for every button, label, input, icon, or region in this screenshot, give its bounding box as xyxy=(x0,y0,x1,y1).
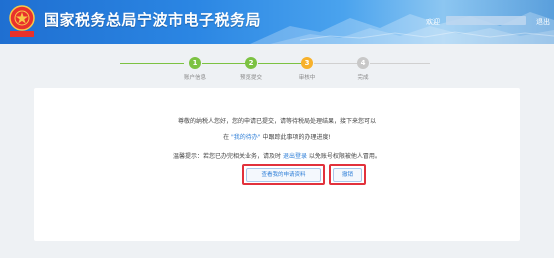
message-line-3-suffix: 以免账号权限被他人冒用。 xyxy=(308,153,381,160)
progress-steps: 1 账户信息 2 预览提交 3 审核中 4 完成 xyxy=(0,52,554,86)
message-line-3: 温馨提示：若您已办完相关业务，请及时 退出登录 以免账号权限被他人冒用。 xyxy=(34,151,520,160)
step-complete: 4 完成 xyxy=(343,57,383,81)
step-preview-submit: 2 预览提交 xyxy=(231,57,271,81)
step-label: 预览提交 xyxy=(239,75,262,81)
message-line-1: 尊敬的纳税人您好，您的申请已提交，请等待税局处理结果，接下来您可以 xyxy=(177,118,376,125)
step-account-info: 1 账户信息 xyxy=(175,57,215,81)
site-title: 国家税务总局宁波市电子税务局 xyxy=(44,11,262,29)
welcome-label: 欢迎 xyxy=(426,18,440,26)
header-banner: 国家税务总局宁波市电子税务局 欢迎 退出 xyxy=(0,0,554,44)
step-number: 3 xyxy=(301,57,313,69)
withdraw-button[interactable]: 撤销 xyxy=(333,168,362,182)
step-label: 审核中 xyxy=(298,75,316,81)
my-todo-link[interactable]: "我的待办" xyxy=(231,134,261,141)
step-under-review: 3 审核中 xyxy=(287,57,327,81)
logout-now-link[interactable]: 退出登录 xyxy=(283,153,307,160)
step-label: 完成 xyxy=(357,75,369,81)
step-number: 1 xyxy=(189,57,201,69)
username-redacted xyxy=(446,16,526,25)
message-line-3-prefix: 温馨提示：若您已办完相关业务，请及时 xyxy=(173,153,282,160)
message-line-2-suffix: 中跟踪此事项的办理进度! xyxy=(262,134,331,141)
step-number: 4 xyxy=(357,57,369,69)
step-label: 账户信息 xyxy=(183,75,206,81)
message-line-2: 在 "我的待办" 中跟踪此事项的办理进度! xyxy=(34,132,520,141)
message-line-2-prefix: 在 xyxy=(223,134,230,141)
logout-link[interactable]: 退出 xyxy=(536,17,550,27)
tax-emblem-icon xyxy=(6,4,38,38)
step-number: 2 xyxy=(245,57,257,69)
status-card: 尊敬的纳税人您好，您的申请已提交，请等待税局处理结果，接下来您可以 在 "我的待… xyxy=(34,88,520,241)
view-application-materials-button[interactable]: 查看我的申请资料 xyxy=(246,168,321,182)
